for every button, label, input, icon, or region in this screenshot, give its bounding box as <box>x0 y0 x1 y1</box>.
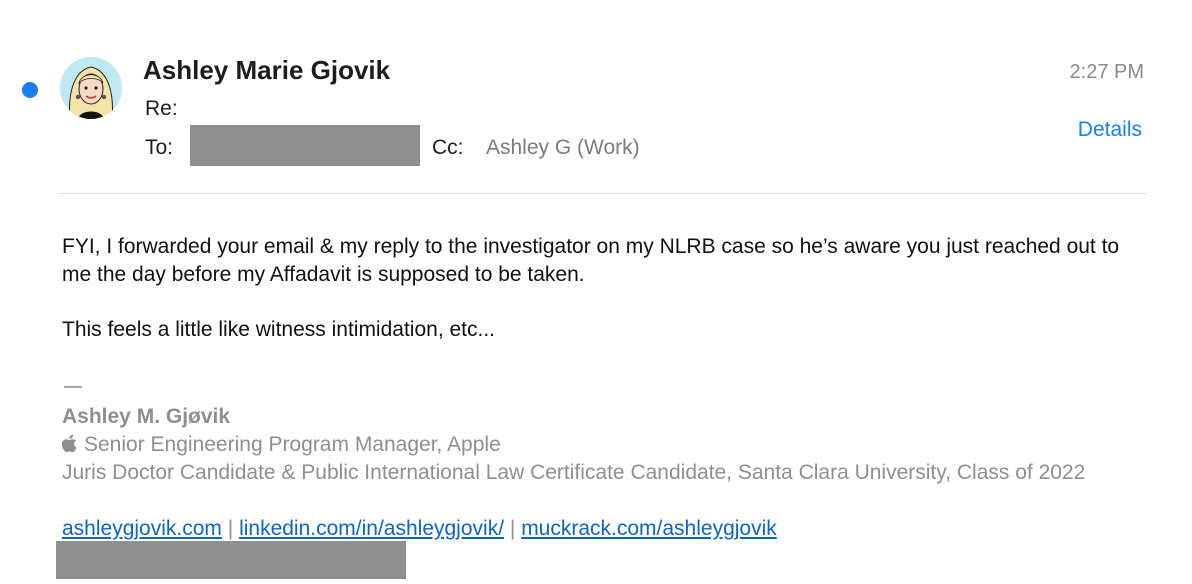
signature-title-text: Senior Engineering Program Manager, Appl… <box>84 433 501 456</box>
link-separator: | <box>509 517 516 540</box>
body-paragraph-2: This feels a little like witness intimid… <box>62 318 496 341</box>
signature-name: Ashley M. Gjøvik <box>62 405 231 428</box>
signature-school: Juris Doctor Candidate & Public Internat… <box>62 461 1086 484</box>
link-separator: | <box>227 517 234 540</box>
link-website[interactable]: ashleygjovik.com <box>62 517 222 540</box>
subject-label: Re: <box>145 97 178 120</box>
header-divider <box>58 193 1146 194</box>
sender-name: Ashley Marie Gjovik <box>143 55 391 85</box>
to-label: To: <box>145 136 174 159</box>
redacted-recipient <box>190 125 420 166</box>
unread-indicator <box>22 82 38 98</box>
link-linkedin[interactable]: linkedin.com/in/ashleygjovik/ <box>239 517 504 540</box>
signature-links: ashleygjovik.com | linkedin.com/in/ashle… <box>62 515 777 543</box>
signature-dash <box>64 386 82 388</box>
redacted-block <box>56 541 406 579</box>
timestamp: 2:27 PM <box>1069 61 1144 83</box>
cc-label: Cc: <box>432 136 464 159</box>
cc-recipient[interactable]: Ashley G (Work) <box>486 136 640 160</box>
link-muckrack[interactable]: muckrack.com/ashleygjovik <box>521 517 777 540</box>
details-button[interactable]: Details <box>1050 118 1142 142</box>
signature-title: Senior Engineering Program Manager, Appl… <box>61 431 501 461</box>
body-paragraph-1: FYI, I forwarded your email & my reply t… <box>62 235 1120 286</box>
avatar-illustration <box>60 57 122 119</box>
avatar <box>60 57 122 119</box>
apple-logo-icon <box>61 433 78 461</box>
